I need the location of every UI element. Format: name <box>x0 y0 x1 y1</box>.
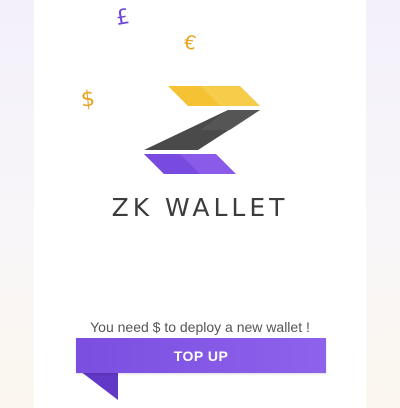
euro-icon: € <box>182 31 198 55</box>
dollar-icon: $ <box>79 86 97 113</box>
top-up-button[interactable]: TOP UP <box>76 338 326 373</box>
deploy-notice: You need $ to deploy a new wallet ! <box>90 319 310 335</box>
pound-icon: £ <box>113 4 132 30</box>
brand-name: ZK WALLET <box>111 193 289 222</box>
wallet-card: £ € $ ZK WALLET You need $ to deploy a n… <box>34 0 366 408</box>
zk-logo-icon <box>144 86 260 174</box>
